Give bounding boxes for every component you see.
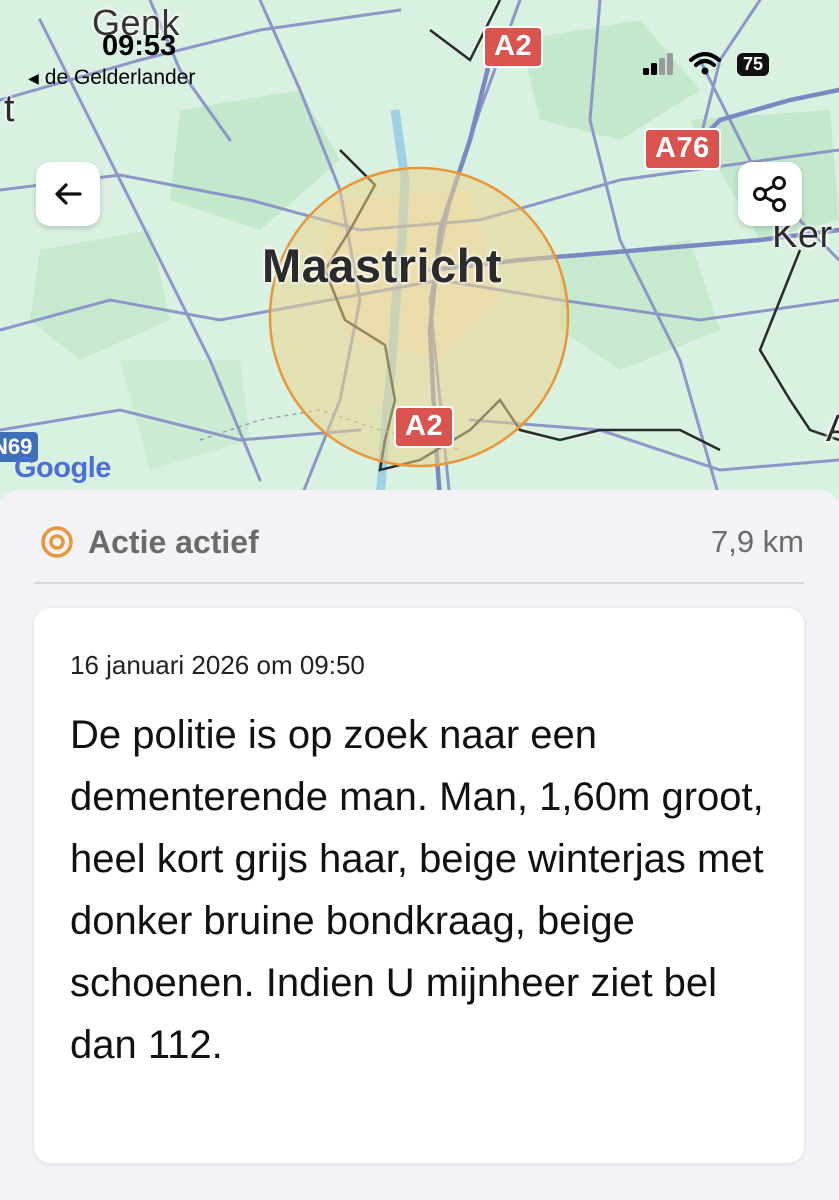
- arrow-left-icon: [55, 183, 82, 205]
- alert-distance: 7,9 km: [710, 524, 804, 559]
- wifi-icon: [688, 52, 721, 75]
- alert-status-row: Actie actief 7,9 km: [40, 520, 804, 564]
- battery-level: 75: [742, 53, 763, 74]
- road-shield-a2-bottom: A2: [394, 406, 455, 448]
- battery-icon: 75: [736, 52, 769, 76]
- google-attribution-text: Google: [14, 452, 111, 484]
- caret-left-icon: ◀: [28, 69, 39, 86]
- signal-icon: [642, 53, 673, 75]
- map-label-t-partial: t: [4, 88, 16, 130]
- back-to-app-link[interactable]: ◀ de Gelderlander: [28, 66, 195, 90]
- google-attribution: Google: [14, 452, 111, 485]
- status-time: 09:53: [102, 30, 177, 62]
- back-to-app-label: de Gelderlander: [44, 66, 196, 89]
- alert-status-label: Actie actief: [88, 523, 259, 560]
- map-view[interactable]: Genk Maastricht Ker t A A2 A76 A2 N69 Go…: [0, 0, 839, 500]
- alert-date: 16 januari 2026 om 09:50: [70, 650, 365, 680]
- alert-message-card: 16 januari 2026 om 09:50 De politie is o…: [34, 608, 804, 1163]
- divider: [34, 582, 804, 584]
- status-icons: 75: [642, 52, 769, 76]
- map-label-a-partial: A: [826, 408, 839, 451]
- alert-message-text: De politie is op zoek naar een dementere…: [70, 713, 764, 1067]
- road-shield-a2-top: A2: [483, 26, 544, 68]
- map-label-maastricht: Maastricht: [262, 239, 503, 292]
- share-icon: [753, 176, 786, 212]
- share-button[interactable]: [738, 162, 802, 226]
- road-shield-a76: A76: [644, 128, 721, 170]
- back-button[interactable]: [36, 162, 100, 226]
- alert-status: Actie actief: [40, 524, 259, 561]
- target-icon: [41, 526, 73, 558]
